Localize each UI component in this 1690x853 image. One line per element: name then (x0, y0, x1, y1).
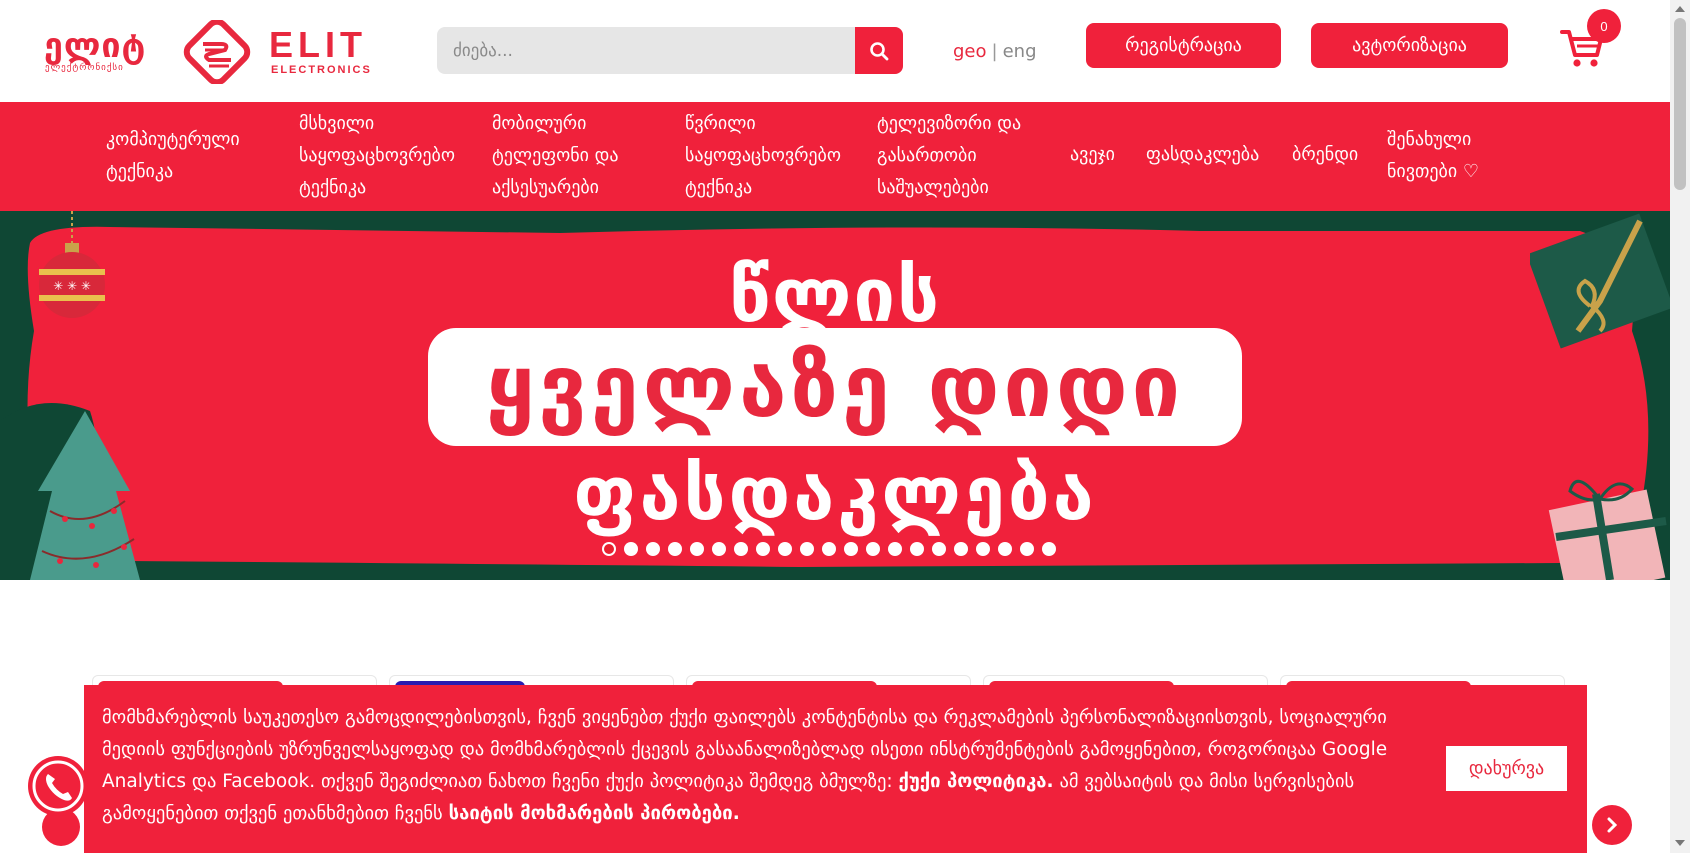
scroll-up-arrow-icon[interactable] (1675, 6, 1685, 12)
nav-item-furniture[interactable]: ავეჯი (1070, 139, 1115, 171)
language-switcher: geo | eng (953, 41, 1037, 62)
search-button[interactable] (855, 27, 903, 74)
register-button[interactable]: რეგისტრაცია (1086, 23, 1281, 68)
banner-headline-bottom: ფასდაკლება (573, 451, 1097, 537)
logo-text-latin: ELIT (269, 24, 367, 65)
logo-text-georgian: ელიტ (44, 26, 147, 66)
search-icon (870, 41, 889, 60)
logo-mark-icon (183, 20, 251, 84)
next-arrow-button[interactable] (1592, 805, 1632, 845)
phone-icon (32, 760, 84, 812)
slider-dot[interactable] (910, 542, 924, 556)
nav-item-saved-items[interactable]: შენახული ნივთები ♡ (1387, 124, 1512, 188)
lang-geo-link[interactable]: geo (953, 41, 987, 62)
slider-dots (602, 542, 1056, 556)
login-button[interactable]: ავტორიზაცია (1311, 23, 1508, 68)
slider-dot[interactable] (866, 542, 880, 556)
cookie-policy-link[interactable]: ქუქი პოლიტიკა. (899, 771, 1054, 792)
nav-item-large-appliances[interactable]: მსხვილი საყოფაცხოვრებო ტექნიკა (299, 108, 479, 204)
nav-item-brands[interactable]: ბრენდი (1292, 139, 1358, 171)
logo-subtext-latin: ELECTRONICS (271, 64, 372, 76)
slider-dot[interactable] (690, 542, 704, 556)
nav-item-small-appliances[interactable]: წვრილი საყოფაცხოვრებო ტექნიკა (685, 108, 865, 204)
chevron-right-icon (1607, 817, 1618, 833)
slider-dot[interactable] (778, 542, 792, 556)
nav-item-mobile-phones[interactable]: მობილური ტელეფონი და აქსესუარები (492, 108, 667, 204)
hero-banner[interactable]: ✳ ✳ ✳ წლის ყველაზე დიდი ფასდაკლება (0, 211, 1670, 580)
cart-count-badge: 0 (1587, 9, 1621, 43)
banner-headline-main: ყველაზე დიდი (485, 337, 1185, 437)
scroll-down-arrow-icon[interactable] (1675, 840, 1685, 846)
slider-dot[interactable] (668, 542, 682, 556)
phone-call-button[interactable] (28, 756, 88, 816)
slider-dot[interactable] (822, 542, 836, 556)
search-input[interactable] (437, 27, 855, 74)
banner-headline-top: წლის (728, 253, 942, 339)
cookie-close-button[interactable]: დახურვა (1446, 746, 1567, 791)
site-logo[interactable]: ელიტ ელექტრონიქსი ELIT ELECTRONICS (44, 20, 389, 84)
slider-dot[interactable] (756, 542, 770, 556)
nav-item-discounts[interactable]: ფასდაკლება (1146, 139, 1259, 171)
site-header: ელიტ ელექტრონიქსი ELIT ELECTRONICS geo|e… (0, 0, 1670, 102)
slider-dot[interactable] (624, 542, 638, 556)
site-terms-link[interactable]: საიტის მოხმარების პირობები. (449, 803, 740, 824)
slider-dot[interactable] (1020, 542, 1034, 556)
search-bar (437, 27, 903, 74)
cookie-consent-bar: მომხმარებლის საუკეთესო გამოცდილებისთვის,… (84, 685, 1587, 853)
slider-dot[interactable] (646, 542, 660, 556)
lang-eng-link[interactable]: eng (1003, 41, 1037, 62)
nav-item-computers[interactable]: კომპიუტერული ტექნიკა (106, 124, 266, 188)
slider-dot[interactable] (602, 542, 616, 556)
slider-dot[interactable] (932, 542, 946, 556)
slider-dot[interactable] (976, 542, 990, 556)
slider-dot[interactable] (712, 542, 726, 556)
slider-dot[interactable] (800, 542, 814, 556)
main-nav: კომპიუტერული ტექნიკა მსხვილი საყოფაცხოვრ… (0, 102, 1670, 211)
banner-highlight-box: ყველაზე დიდი (428, 328, 1242, 446)
slider-dot[interactable] (888, 542, 902, 556)
slider-dot[interactable] (734, 542, 748, 556)
scrollbar-thumb[interactable] (1674, 18, 1686, 190)
page-scrollbar[interactable] (1670, 0, 1690, 853)
cookie-message: მომხმარებლის საუკეთესო გამოცდილებისთვის,… (102, 702, 1402, 830)
lang-separator: | (991, 41, 998, 62)
nav-item-tv-entertainment[interactable]: ტელევიზორი და გასართობი საშუალებები (877, 108, 1072, 204)
slider-dot[interactable] (954, 542, 968, 556)
slider-dot[interactable] (1042, 542, 1056, 556)
slider-dot[interactable] (844, 542, 858, 556)
slider-dot[interactable] (998, 542, 1012, 556)
logo-subtext-georgian: ელექტრონიქსი (45, 63, 124, 73)
